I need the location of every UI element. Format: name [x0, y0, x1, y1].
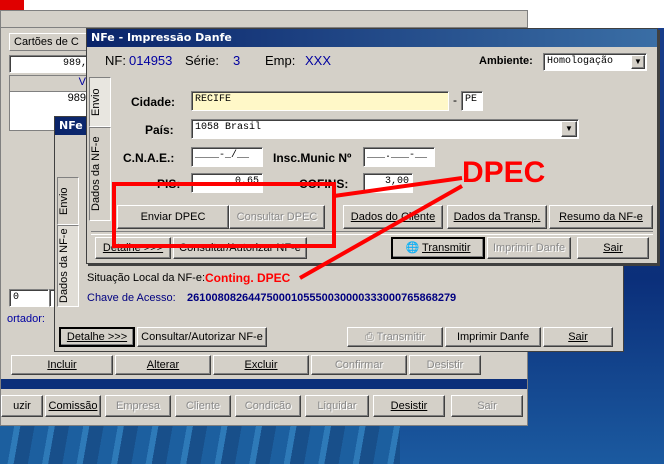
dpec-arrow-line-top	[333, 176, 463, 198]
dpec-arrow-line-bottom	[299, 184, 463, 280]
dpec-annotation-overlay	[112, 176, 463, 280]
dpec-annotation-label: DPEC	[462, 156, 546, 189]
dpec-highlight-box	[112, 182, 336, 248]
